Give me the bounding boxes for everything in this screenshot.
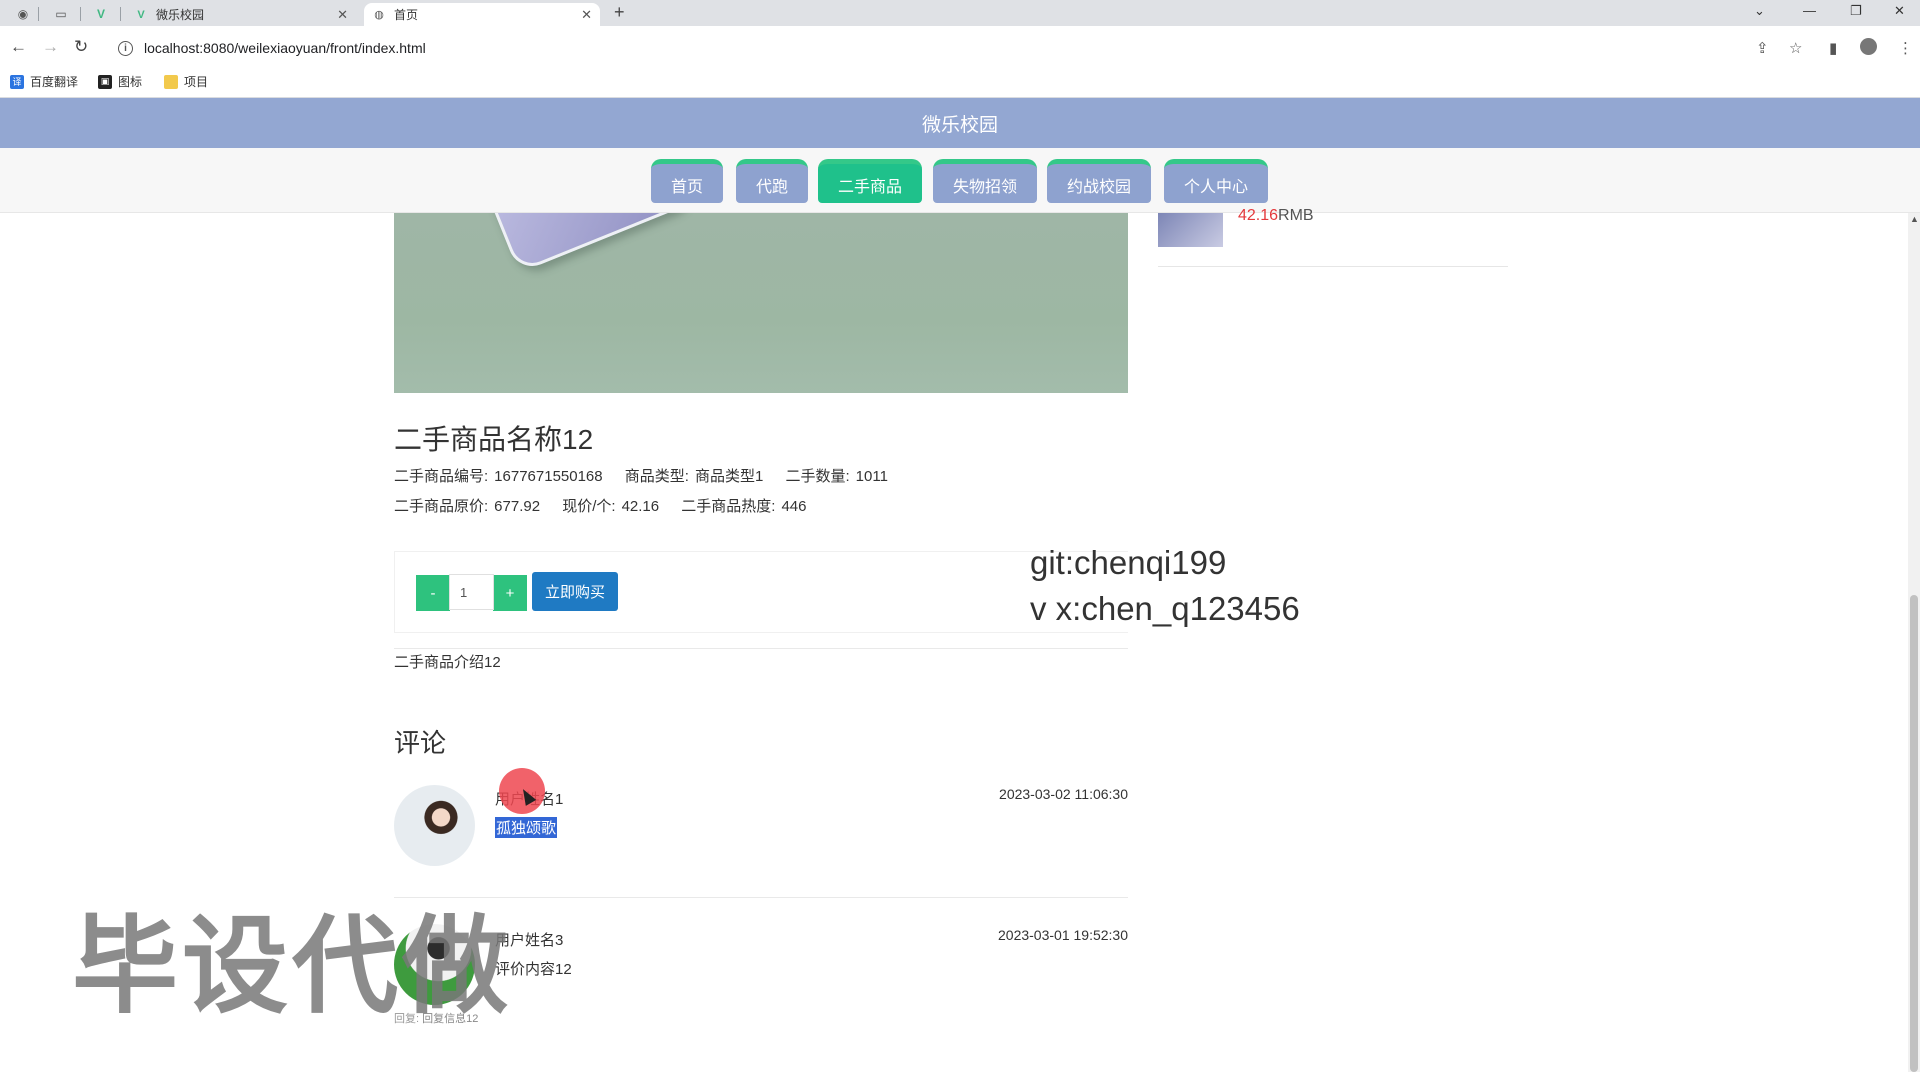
contact-overlay: git:chenqi199 v x:chen_q123456 [1030, 540, 1300, 632]
new-tab-button[interactable]: + [614, 2, 625, 23]
blank-tab-icon[interactable]: ▭ [48, 3, 74, 25]
type-label: 商品类型: [624, 468, 689, 485]
nav-personal-center[interactable]: 个人中心 [1164, 159, 1268, 203]
vx-text: v x:chen_q123456 [1030, 590, 1300, 627]
code-value: 1677671550168 [494, 468, 603, 485]
back-arrow-icon[interactable]: ← [10, 37, 27, 57]
type-value: 商品类型1 [694, 468, 764, 485]
translate-icon: 译 [10, 74, 24, 89]
nav-campus-battle[interactable]: 约战校园 [1047, 159, 1151, 203]
comment-content: 孤独颂歌 [495, 817, 558, 838]
profile-avatar[interactable] [1860, 38, 1877, 55]
original-price-value: 677.92 [494, 498, 541, 515]
phone-photo [462, 213, 696, 274]
git-text: git:chenqi199 [1030, 544, 1227, 581]
bookmarks-bar: 译 百度翻译 ▣ 图标 项目 [0, 68, 1920, 98]
related-product-price: 42.16RMB [1238, 207, 1314, 225]
heat-label: 二手商品热度: [681, 498, 776, 515]
bookmark-label: 图标 [118, 75, 143, 89]
tab-separator [38, 7, 39, 21]
current-price-value: 42.16 [621, 498, 660, 515]
close-icon[interactable]: ✕ [581, 7, 592, 23]
product-description: 二手商品介绍12 [394, 654, 501, 671]
comment-time: 2023-03-01 19:52:30 [998, 927, 1128, 943]
divider [1158, 266, 1508, 267]
image-icon: ▣ [98, 74, 112, 89]
restore-icon[interactable]: ❐ [1850, 3, 1862, 19]
vue-tab-icon[interactable]: V [88, 3, 114, 25]
quantity-plus-button[interactable]: + [493, 575, 527, 611]
comments-heading: 评论 [394, 728, 447, 758]
nav-secondhand[interactable]: 二手商品 [818, 159, 922, 203]
comment-time: 2023-03-02 11:06:30 [999, 786, 1128, 802]
star-icon[interactable]: ☆ [1789, 39, 1802, 57]
menu-dots-icon[interactable]: ⋮ [1898, 39, 1913, 57]
chevron-down-icon[interactable]: ⌄ [1754, 3, 1765, 19]
quantity-input[interactable] [449, 574, 494, 610]
tab-weilexiaoyuan[interactable]: V 微乐校园 ✕ [126, 3, 356, 26]
quantity-label: 二手数量: [785, 468, 850, 485]
address-bar-row: ← → ↻ i localhost:8080/weilexiaoyuan/fro… [0, 26, 1920, 72]
buy-now-button[interactable]: 立即购买 [532, 572, 618, 611]
folder-icon [164, 74, 178, 89]
url-field[interactable]: i localhost:8080/weilexiaoyuan/front/ind… [108, 31, 1888, 65]
scrollbar-thumb[interactable] [1910, 595, 1918, 1072]
related-product-thumbnail[interactable] [1158, 213, 1223, 247]
tab-title: 微乐校园 [156, 8, 205, 22]
bookmark-project[interactable]: 项目 [164, 73, 208, 90]
tab-home[interactable]: ◍ 首页 ✕ [364, 3, 600, 26]
divider [394, 648, 1128, 649]
minimize-icon[interactable]: — [1803, 3, 1816, 18]
purchase-panel: - + [394, 551, 1128, 633]
close-icon[interactable]: ✕ [337, 7, 348, 23]
github-tab-icon[interactable]: ◉ [10, 3, 36, 25]
heat-value: 446 [781, 498, 807, 515]
tab-separator [80, 7, 81, 21]
globe-icon: ◍ [374, 9, 384, 21]
side-panel-icon[interactable]: ▮ [1829, 39, 1837, 57]
price-unit: RMB [1278, 207, 1314, 224]
original-price-label: 二手商品原价: [394, 498, 489, 515]
product-info-row-2: 二手商品原价: 677.92 现价/个: 42.16 二手商品热度: 446 [394, 495, 813, 516]
scroll-up-icon[interactable]: ▲ [1910, 214, 1919, 224]
tab-separator [120, 7, 121, 21]
product-title: 二手商品名称12 [394, 424, 594, 455]
window-close-icon[interactable]: ✕ [1894, 3, 1905, 19]
url-text: localhost:8080/weilexiaoyuan/front/index… [144, 40, 426, 56]
tab-title: 首页 [394, 8, 419, 22]
quantity-minus-button[interactable]: - [416, 575, 450, 611]
product-info-row-1: 二手商品编号: 1677671550168 商品类型: 商品类型1 二手数量: 101… [394, 465, 894, 486]
avatar [394, 785, 475, 866]
site-header: 微乐校园 [0, 98, 1920, 148]
bookmark-baidu-translate[interactable]: 译 百度翻译 [10, 73, 78, 90]
site-title: 微乐校园 [921, 114, 998, 136]
reload-icon[interactable]: ↻ [74, 37, 88, 57]
nav-lost-found[interactable]: 失物招领 [933, 159, 1037, 203]
product-image [394, 213, 1128, 393]
current-price-label: 现价/个: [562, 498, 616, 515]
bookmark-icons[interactable]: ▣ 图标 [98, 73, 142, 90]
browser-tab-bar: ◉ ▭ V V 微乐校园 ✕ ◍ 首页 ✕ + ⌄ — ❐ ✕ [0, 0, 1920, 26]
watermark-text: 毕设代做 [72, 905, 512, 1028]
main-nav: 首页 代跑 二手商品 失物招领 约战校园 个人中心 [0, 148, 1920, 213]
nav-home[interactable]: 首页 [651, 159, 723, 203]
share-icon[interactable]: ⇪ [1756, 39, 1769, 57]
bookmark-label: 项目 [184, 75, 209, 89]
vue-logo-icon: V [137, 8, 145, 21]
bookmark-label: 百度翻译 [30, 75, 79, 89]
forward-arrow-icon[interactable]: → [42, 37, 59, 57]
nav-errand[interactable]: 代跑 [736, 159, 808, 203]
info-icon[interactable]: i [118, 40, 133, 56]
quantity-value: 1011 [855, 468, 888, 485]
code-label: 二手商品编号: [394, 468, 489, 485]
price-value: 42.16 [1238, 207, 1279, 224]
